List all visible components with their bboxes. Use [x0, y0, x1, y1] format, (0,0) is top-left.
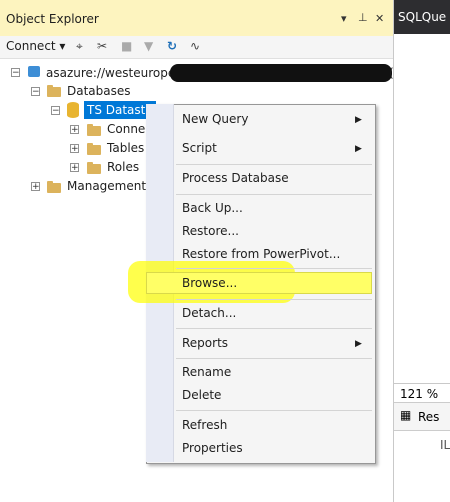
menu-item-script[interactable]: Script — [182, 141, 217, 155]
menu-item-process-database[interactable]: Process Database — [182, 171, 289, 185]
object-explorer-toolbar: Connect ▾ ⌖ ✂ ■ ▼ ↻ ∿ — [0, 36, 393, 59]
tab-sql-query[interactable]: SQLQue — [398, 10, 446, 24]
menu-item-detach[interactable]: Detach... — [182, 306, 236, 320]
menu-item-delete[interactable]: Delete — [182, 388, 221, 402]
expand-roles-icon[interactable]: + — [70, 163, 79, 173]
tree-node-tables[interactable]: Tables — [107, 141, 144, 155]
menu-item-restore[interactable]: Restore... — [182, 224, 239, 238]
menu-separator — [176, 328, 372, 329]
expand-connections-icon[interactable]: + — [70, 125, 79, 135]
connect-button[interactable]: Connect ▾ — [6, 39, 65, 53]
menu-item-reports[interactable]: Reports — [182, 336, 228, 350]
tree-node-server[interactable]: asazure://westeurope — [46, 66, 175, 80]
collapse-database-icon[interactable]: − — [51, 106, 60, 116]
folder-icon — [47, 181, 61, 193]
server-suffix: ( — [389, 66, 394, 80]
menu-item-highlight — [146, 272, 372, 294]
results-column-header: IL — [440, 438, 450, 452]
refresh-icon[interactable]: ↻ — [167, 39, 177, 53]
menu-item-refresh[interactable]: Refresh — [182, 418, 227, 432]
menu-item-properties[interactable]: Properties — [182, 441, 243, 455]
menu-item-rename[interactable]: Rename — [182, 365, 231, 379]
filter-icon[interactable]: ▼ — [144, 39, 153, 53]
menu-item-new-query[interactable]: New Query — [182, 112, 248, 126]
tree-node-roles[interactable]: Roles — [107, 160, 139, 174]
menu-separator — [176, 410, 372, 411]
submenu-arrow-icon: ▶ — [355, 144, 362, 154]
tree-node-management[interactable]: Management — [67, 179, 146, 193]
expand-tables-icon[interactable]: + — [70, 144, 79, 154]
collapse-databases-icon[interactable]: − — [31, 87, 40, 97]
menu-separator — [176, 164, 372, 165]
collapse-server-icon[interactable]: − — [11, 68, 20, 78]
menu-separator — [176, 194, 372, 195]
plug-icon[interactable]: ⌖ — [76, 39, 83, 54]
folder-icon — [87, 162, 101, 174]
tree-node-databases[interactable]: Databases — [67, 84, 131, 98]
object-explorer-titlebar: Object Explorer ▾ ⊥ ✕ — [0, 0, 393, 41]
server-icon — [27, 64, 41, 80]
pin-icon[interactable]: ⊥ — [358, 11, 368, 24]
pane-divider — [394, 383, 450, 384]
menu-item-back-up[interactable]: Back Up... — [182, 201, 243, 215]
submenu-arrow-icon: ▶ — [355, 115, 362, 125]
menu-item-restore-from-powerpivot[interactable]: Restore from PowerPivot... — [182, 247, 340, 261]
disconnect-icon[interactable]: ✂ — [97, 39, 107, 53]
tree-node-connections[interactable]: Conne — [107, 122, 145, 136]
zoom-level[interactable]: 121 % — [400, 387, 438, 401]
folder-icon — [87, 143, 101, 155]
folder-icon — [47, 85, 61, 97]
menu-separator — [176, 299, 372, 300]
activity-icon[interactable]: ∿ — [190, 39, 200, 53]
submenu-arrow-icon: ▶ — [355, 339, 362, 349]
database-icon — [67, 102, 79, 118]
menu-item-browse[interactable]: Browse... — [182, 276, 237, 290]
stop-icon[interactable]: ■ — [121, 39, 132, 53]
close-icon[interactable]: ✕ — [375, 12, 384, 25]
menu-separator — [176, 358, 372, 359]
redacted-server-name — [170, 64, 392, 82]
grid-icon: ▦ — [400, 408, 412, 422]
expand-management-icon[interactable]: + — [31, 182, 40, 192]
folder-icon — [87, 124, 101, 136]
panel-title: Object Explorer — [6, 12, 99, 26]
tab-results[interactable]: Res — [418, 410, 439, 424]
menu-separator — [176, 268, 372, 269]
window-position-dropdown-icon[interactable]: ▾ — [341, 12, 347, 25]
